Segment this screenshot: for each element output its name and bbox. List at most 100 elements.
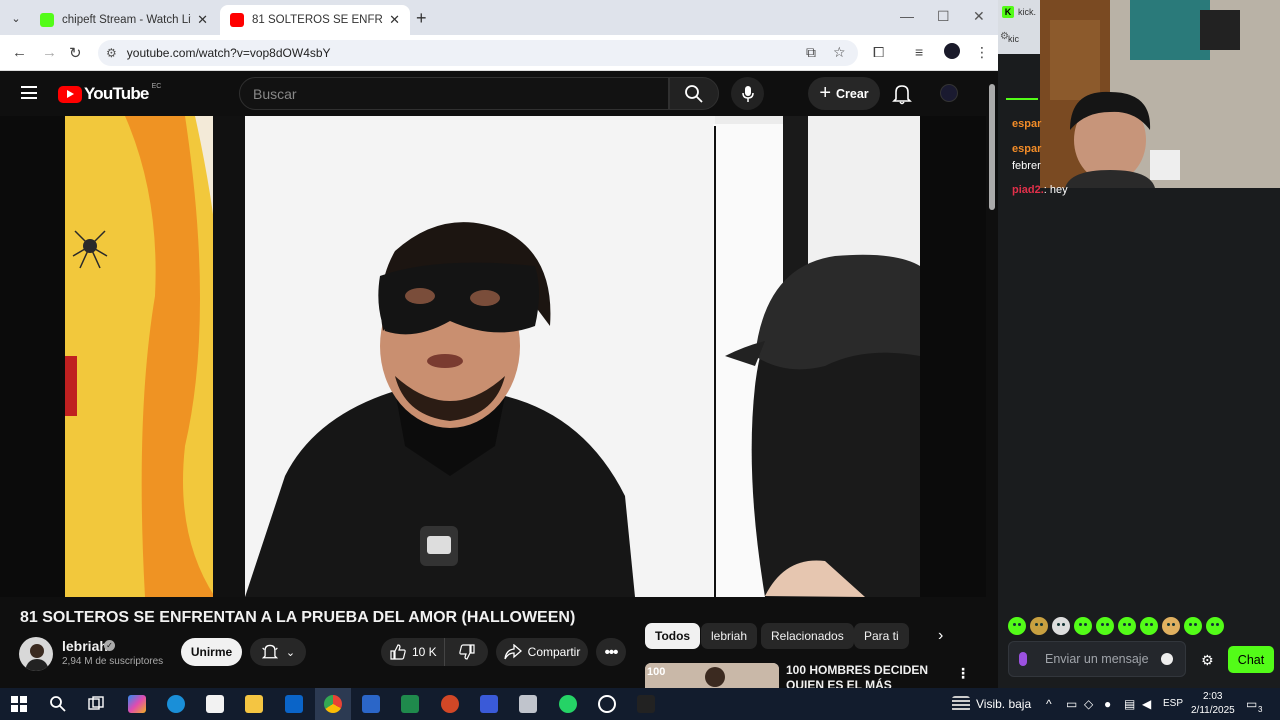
chrome-menu-icon[interactable]: ⋮ [975, 44, 989, 61]
emote-icon[interactable] [1140, 617, 1158, 635]
subscription-notifications-button[interactable]: ⌄ [250, 638, 306, 666]
chevron-right-icon[interactable]: › [938, 627, 943, 645]
chat-send-button[interactable]: Chat [1228, 646, 1274, 673]
close-window-icon[interactable]: ✕ [973, 8, 985, 25]
url-field[interactable]: ⚙ youtube.com/watch?v=vop8dOW4sbY [98, 40, 858, 66]
volume-icon[interactable]: ◀ [1142, 697, 1151, 711]
forward-icon[interactable]: → [42, 44, 57, 61]
emote-icon[interactable] [1074, 617, 1092, 635]
profile-avatar[interactable] [944, 43, 960, 59]
whatsapp-icon[interactable] [559, 695, 577, 713]
like-button[interactable]: 10 K [381, 638, 445, 666]
emote-icon[interactable] [1206, 617, 1224, 635]
app-icon[interactable] [480, 695, 498, 713]
account-avatar[interactable] [940, 84, 958, 102]
tab-close-icon[interactable]: ✕ [389, 12, 400, 28]
chat-message-input[interactable]: Enviar un mensaje [1008, 641, 1186, 677]
scrollbar-thumb[interactable] [989, 84, 995, 210]
emote-icon[interactable] [1052, 617, 1070, 635]
create-button[interactable]: + Crear [808, 77, 880, 110]
network-icon[interactable]: ▤ [1124, 697, 1135, 711]
kick-browser-tab[interactable]: K kick. ⚙ kic [998, 0, 1040, 54]
emote-icon[interactable] [1030, 617, 1048, 635]
youtube-logo[interactable]: YouTube EC [58, 83, 161, 104]
back-icon[interactable]: ← [12, 44, 27, 61]
page-scrollbar[interactable] [986, 72, 998, 688]
video-player[interactable] [0, 116, 986, 597]
taskbar-search-icon[interactable] [49, 695, 67, 713]
emote-icon[interactable] [1118, 617, 1136, 635]
share-button[interactable]: Compartir [496, 638, 588, 666]
windows-start-icon[interactable] [10, 695, 28, 713]
powerpoint-icon[interactable] [441, 695, 459, 713]
chat-username[interactable]: espar [1012, 118, 1041, 130]
tray-chevron-icon[interactable]: ^ [1046, 697, 1052, 711]
emoji-picker-icon[interactable] [1161, 653, 1173, 665]
emote-icon[interactable] [1008, 617, 1026, 635]
notifications-bell-icon[interactable] [892, 83, 912, 110]
excel-icon[interactable] [401, 695, 419, 713]
media-controls-icon[interactable]: ≡ [915, 44, 923, 60]
tray-app-icon[interactable]: ◇ [1084, 697, 1093, 711]
file-explorer-icon[interactable] [245, 695, 263, 713]
chrome-icon[interactable] [324, 695, 342, 713]
new-tab-icon[interactable]: + [416, 8, 427, 29]
word-icon[interactable] [362, 695, 380, 713]
youtube-play-icon [58, 85, 82, 103]
bookmark-star-icon[interactable]: ☆ [833, 44, 846, 61]
tab-youtube-video[interactable]: 81 SOLTEROS SE ENFRENTAN A ✕ [220, 5, 410, 35]
site-info-icon[interactable]: ⚙ [106, 46, 117, 60]
language-indicator[interactable]: ESP [1163, 698, 1183, 709]
emote-icon[interactable] [1096, 617, 1114, 635]
menu-icon[interactable] [21, 86, 37, 99]
outlook-icon[interactable] [285, 695, 303, 713]
notifications-icon[interactable]: ▭ [1246, 697, 1257, 711]
minimize-icon[interactable]: — [900, 8, 914, 24]
recommended-thumbnail[interactable]: 100 [645, 663, 779, 688]
app-icon[interactable] [519, 695, 537, 713]
search-button[interactable] [669, 77, 719, 110]
app-icon[interactable] [598, 695, 616, 713]
video-frame[interactable] [65, 116, 920, 597]
chip-channel[interactable]: lebriah [701, 623, 758, 649]
more-actions-icon[interactable]: ••• [596, 638, 626, 666]
store-icon[interactable] [206, 695, 224, 713]
install-app-icon[interactable]: ⧉ [806, 44, 816, 61]
extensions-icon[interactable]: ⧠ [873, 44, 884, 61]
task-view-icon[interactable] [87, 695, 105, 713]
copilot-icon[interactable] [128, 695, 146, 713]
voice-search-button[interactable] [731, 77, 764, 110]
chip-all[interactable]: Todos [645, 623, 701, 649]
search-input[interactable]: Buscar [239, 77, 669, 110]
tray-mic-icon[interactable]: ● [1104, 697, 1111, 711]
emote-icon[interactable] [1162, 617, 1180, 635]
webcam-overlay [1040, 0, 1280, 188]
chip-for-you[interactable]: Para ti [854, 623, 909, 649]
tab-kick-stream[interactable]: chipeft Stream - Watch Live on ✕ [30, 5, 218, 35]
chat-username[interactable]: espar [1012, 143, 1041, 155]
edge-icon[interactable] [167, 695, 185, 713]
weather-text[interactable]: Visib. baja [976, 697, 1031, 711]
chip-related[interactable]: Relacionados [761, 623, 854, 649]
chat-username[interactable]: piad2. [1012, 184, 1044, 196]
tray-device-icon[interactable]: ▭ [1066, 697, 1077, 711]
weather-fog-icon[interactable] [952, 696, 970, 712]
chat-input-placeholder: Enviar un mensaje [1045, 652, 1149, 666]
chat-mic-icon[interactable] [1019, 652, 1027, 666]
clock-date[interactable]: 2/11/2025 [1191, 705, 1235, 716]
dislike-button[interactable] [445, 644, 488, 660]
chat-settings-gear-icon[interactable]: ⚙ [1201, 652, 1214, 669]
recommended-menu-icon[interactable]: ⋮ [956, 665, 970, 682]
channel-avatar[interactable] [19, 637, 53, 671]
thumbs-down-icon [458, 644, 475, 660]
channel-name[interactable]: lebriah [62, 638, 108, 654]
clock-time[interactable]: 2:03 [1203, 691, 1222, 702]
tab-close-icon[interactable]: ✕ [197, 12, 208, 28]
tab-search-icon[interactable]: ⌄ [6, 8, 26, 28]
recommended-video-title[interactable]: 100 HOMBRES DECIDEN QUIEN ES EL MÁS ATRA… [786, 663, 946, 688]
maximize-icon[interactable]: ☐ [937, 8, 950, 25]
emote-icon[interactable] [1184, 617, 1202, 635]
epic-games-icon[interactable] [637, 695, 655, 713]
reload-icon[interactable]: ↻ [69, 44, 82, 62]
join-button[interactable]: Unirme [181, 638, 242, 666]
